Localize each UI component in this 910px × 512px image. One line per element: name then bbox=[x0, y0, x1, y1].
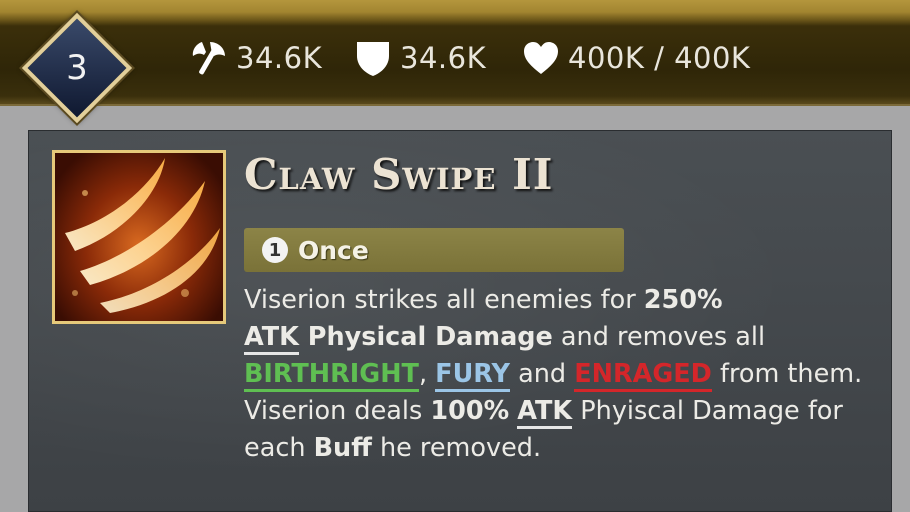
usage-label: Once bbox=[298, 235, 369, 265]
usage-count-badge: 1 bbox=[262, 237, 288, 263]
keyword-enraged[interactable]: ENRAGED bbox=[574, 359, 712, 392]
health-value: 400K / 400K bbox=[568, 41, 751, 75]
skill-description: Viserion strikes all enemies for 250% ATK… bbox=[244, 282, 884, 467]
desc-atk-keyword: ATK bbox=[517, 396, 573, 429]
keyword-fury[interactable]: FURY bbox=[435, 359, 511, 392]
attack-stat: 34.6K bbox=[188, 36, 322, 80]
desc-percent: 250% bbox=[643, 285, 723, 315]
desc-text: , bbox=[418, 359, 436, 389]
level-number: 3 bbox=[66, 48, 88, 88]
desc-atk-keyword: ATK bbox=[244, 322, 299, 355]
defense-stat: 34.6K bbox=[354, 36, 486, 80]
heart-icon bbox=[522, 40, 560, 76]
skill-title: Claw Swipe II bbox=[244, 150, 554, 199]
claw-swipe-icon bbox=[52, 150, 226, 324]
usage-tag: 1 Once bbox=[244, 228, 624, 272]
desc-text: Viserion strikes all enemies for bbox=[244, 285, 644, 315]
desc-text: he removed. bbox=[371, 433, 542, 463]
skill-tooltip: 3 34.6K 34.6K 400K / 400K Claw Swipe II … bbox=[0, 0, 910, 512]
desc-percent: 100% bbox=[430, 396, 510, 426]
shield-icon bbox=[354, 38, 392, 78]
keyword-birthright[interactable]: BIRTHRIGHT bbox=[244, 359, 419, 392]
defense-value: 34.6K bbox=[400, 41, 487, 75]
desc-damage-type: Physical Damage bbox=[298, 322, 553, 352]
desc-buff-keyword: Buff bbox=[313, 433, 372, 463]
axe-icon bbox=[188, 38, 228, 78]
desc-text: and removes all bbox=[552, 322, 766, 352]
attack-value: 34.6K bbox=[236, 41, 323, 75]
health-stat: 400K / 400K bbox=[522, 36, 750, 80]
desc-text: and bbox=[510, 359, 575, 389]
